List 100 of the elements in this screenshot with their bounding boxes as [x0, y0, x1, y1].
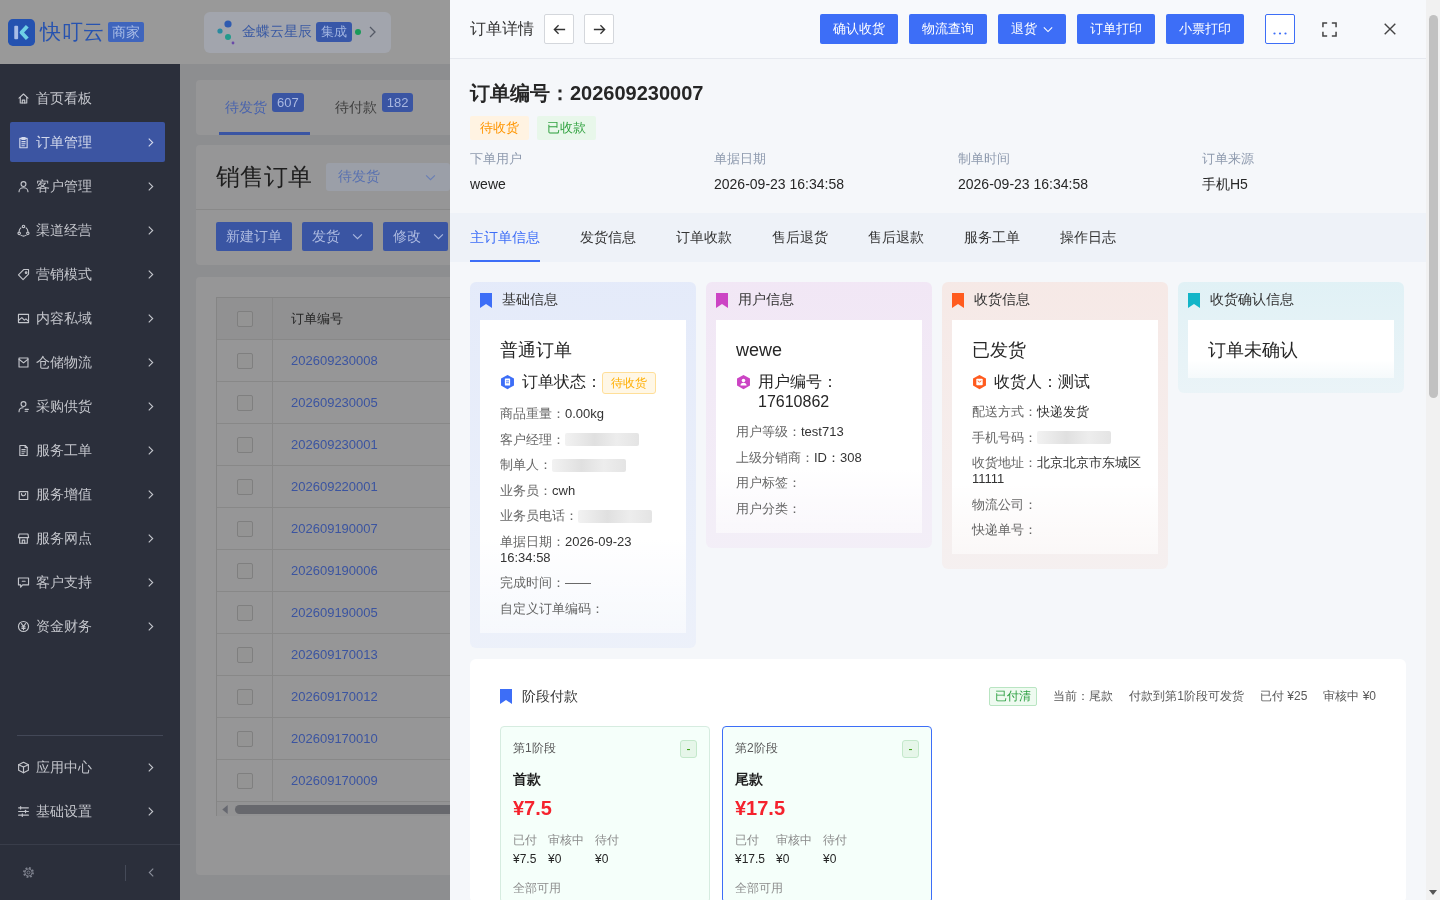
- picture-icon: [17, 311, 30, 325]
- scrollbar-thumb[interactable]: [1428, 15, 1438, 398]
- checkbox[interactable]: [236, 688, 253, 705]
- dots-logo-icon: [216, 19, 235, 45]
- shop-icon: [17, 531, 30, 545]
- amount-label: 已付: [513, 831, 537, 848]
- info-row-text: 完成时间：——: [500, 575, 592, 591]
- scroll-left-icon[interactable]: [222, 804, 228, 814]
- action-button[interactable]: 订单打印: [1077, 14, 1155, 44]
- checkbox[interactable]: [236, 436, 253, 453]
- tab[interactable]: 订单收款: [676, 213, 732, 262]
- nav-item[interactable]: 内容私域: [10, 298, 165, 338]
- card-title: 用户信息: [738, 291, 794, 309]
- settings-icon[interactable]: [22, 866, 35, 879]
- order-number-link[interactable]: 202609190006: [273, 550, 450, 591]
- nav-item[interactable]: 订单管理: [10, 122, 165, 162]
- more-button[interactable]: [1265, 14, 1295, 44]
- nav-item[interactable]: 服务网点: [10, 518, 165, 558]
- order-number-link[interactable]: 202609230008: [273, 340, 450, 381]
- amount-value: ¥0: [823, 850, 838, 867]
- nav-item[interactable]: 应用中心: [10, 747, 165, 787]
- nav-item[interactable]: 渠道经营: [10, 210, 165, 250]
- previous-button[interactable]: [544, 14, 574, 44]
- count-badge: 607: [272, 93, 304, 112]
- user-hexagon-icon: [736, 374, 751, 390]
- info-row-text: 配送方式：快递发货: [972, 404, 1090, 420]
- order-number-link[interactable]: 202609170013: [273, 634, 450, 675]
- toolbar-button[interactable]: 修改: [383, 222, 448, 251]
- tab[interactable]: 售后退货: [772, 213, 828, 262]
- field-label: 业务员电话：: [500, 508, 578, 524]
- checkbox[interactable]: [236, 352, 253, 369]
- home-icon: [17, 91, 30, 105]
- nav-item[interactable]: 基础设置: [10, 791, 165, 831]
- checkbox[interactable]: [236, 730, 253, 747]
- card-subtitle: 收货人：测试: [994, 372, 1090, 392]
- toolbar-button[interactable]: 发货: [302, 222, 373, 251]
- action-button[interactable]: 物流查询: [909, 14, 987, 44]
- order-number-link[interactable]: 202609170010: [273, 718, 450, 759]
- tab[interactable]: 主订单信息: [470, 213, 540, 262]
- stage-card[interactable]: 第1阶段 - 首款 ¥7.5 已付 审核中 待付 ¥7.5 ¥0 ¥0 全部可用: [500, 725, 710, 900]
- checkbox[interactable]: [236, 520, 253, 537]
- info-row-text: 收货地址：北京北京市东城区11111: [972, 455, 1142, 487]
- nav-item[interactable]: 客户管理: [10, 166, 165, 206]
- order-number-link[interactable]: 202609230001: [273, 424, 450, 465]
- meta-value: 2026-09-23 16:34:58: [714, 175, 845, 194]
- chevron-left-icon[interactable]: [148, 867, 155, 878]
- chevron-right-icon: [368, 26, 376, 38]
- stage-badge: -: [902, 739, 919, 758]
- fullscreen-icon[interactable]: [1322, 21, 1337, 37]
- nav-item[interactable]: 首页看板: [10, 78, 165, 118]
- stage-card[interactable]: 第2阶段 - 尾款 ¥17.5 已付 审核中 待付 ¥17.5 ¥0 ¥0 全部可用: [722, 725, 932, 900]
- amount-value: ¥0: [595, 850, 610, 867]
- amount-value: ¥17.5: [735, 850, 766, 867]
- tab[interactable]: 待付款 182: [328, 80, 420, 135]
- field-label: 手机号码：: [972, 429, 1037, 446]
- page-title: 销售订单: [216, 162, 312, 192]
- nav-item[interactable]: 服务增值: [10, 474, 165, 514]
- checkbox[interactable]: [236, 394, 253, 411]
- nav-item[interactable]: 采购供货: [10, 386, 165, 426]
- order-number-link[interactable]: 202609190005: [273, 592, 450, 633]
- tab[interactable]: 发货信息: [580, 213, 636, 262]
- nav-item[interactable]: 资金财务: [10, 606, 165, 646]
- nav-item[interactable]: 客户支持: [10, 562, 165, 602]
- integration-pill[interactable]: 金蝶云星辰 集成: [203, 11, 391, 53]
- order-number-link[interactable]: 202609190007: [273, 508, 450, 549]
- column-header: 订单编号: [290, 309, 344, 328]
- tab[interactable]: 待发货 607: [219, 80, 310, 135]
- toolbar-button[interactable]: 新建订单: [216, 222, 292, 251]
- action-button[interactable]: 退货: [998, 14, 1066, 44]
- next-button[interactable]: [584, 14, 614, 44]
- amount-label: 待付: [595, 831, 619, 848]
- order-number-link[interactable]: 202609170012: [273, 676, 450, 717]
- scrollbar-thumb[interactable]: [235, 804, 450, 814]
- nav-item[interactable]: 服务工单: [10, 430, 165, 470]
- order-number-link[interactable]: 202609230005: [273, 382, 450, 423]
- integration-badge: 集成: [315, 22, 352, 42]
- order-number-link[interactable]: 202609170009: [273, 760, 450, 801]
- tab[interactable]: 操作日志: [1060, 213, 1116, 262]
- amount-label: 审核中: [776, 831, 813, 848]
- order-number-link[interactable]: 202609220001: [273, 466, 450, 507]
- field-label: 客户经理：: [500, 431, 565, 448]
- tab[interactable]: 服务工单: [964, 213, 1020, 262]
- stage-note: 全部可用: [735, 879, 784, 896]
- scroll-down-icon[interactable]: [1429, 890, 1437, 895]
- stage-label: 第2阶段: [735, 740, 778, 757]
- action-button[interactable]: 小票打印: [1166, 14, 1244, 44]
- checkbox[interactable]: [236, 772, 253, 789]
- close-icon[interactable]: [1384, 23, 1396, 35]
- nav-item[interactable]: 仓储物流: [10, 342, 165, 382]
- checkbox[interactable]: [236, 604, 253, 621]
- nav-item[interactable]: 营销模式: [10, 254, 165, 294]
- tab[interactable]: 售后退款: [868, 213, 924, 262]
- action-button[interactable]: 确认收货: [820, 14, 898, 44]
- checkbox[interactable]: [236, 646, 253, 663]
- stage-name: 尾款: [735, 769, 764, 789]
- checkbox[interactable]: [236, 478, 253, 495]
- message-icon: [17, 575, 30, 589]
- checkbox[interactable]: [236, 562, 253, 579]
- info-row-text: 商品重量：0.00kg: [500, 406, 606, 422]
- scrollbar[interactable]: [1426, 0, 1440, 900]
